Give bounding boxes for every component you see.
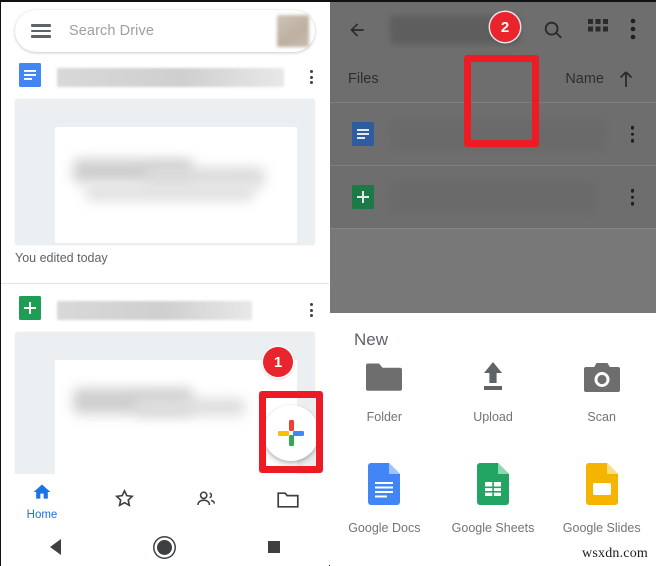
file-preview-card[interactable] xyxy=(15,99,315,245)
people-icon xyxy=(194,488,218,515)
google-sheets-tile[interactable]: Google Sheets xyxy=(439,463,548,535)
dimmed-overlay: Files Name xyxy=(330,2,656,313)
edited-status: You edited today xyxy=(15,251,108,265)
highlight-box-step-1 xyxy=(259,391,323,473)
home-icon xyxy=(32,482,52,507)
scan-label: Scan xyxy=(587,410,616,424)
nav-label-home: Home xyxy=(26,508,58,521)
upload-icon xyxy=(473,361,513,399)
watermark: wsxdn.com xyxy=(582,546,648,561)
file-title-redacted xyxy=(57,67,284,87)
divider xyxy=(330,228,656,229)
new-bottom-sheet: New Folder Upload Scan Google Docs Googl… xyxy=(330,313,656,566)
system-back-button[interactable] xyxy=(1,539,110,555)
file-title-redacted xyxy=(57,300,252,320)
grid-view-icon[interactable] xyxy=(588,19,608,44)
more-vertical-icon[interactable] xyxy=(630,188,634,206)
system-navigation-bar xyxy=(1,528,329,566)
sort-label[interactable]: Name xyxy=(565,71,604,87)
google-slides-tile[interactable]: Google Slides xyxy=(547,463,656,535)
arrow-up-icon[interactable] xyxy=(618,70,634,88)
file-title-redacted xyxy=(390,182,595,212)
google-docs-icon xyxy=(368,463,401,510)
file-row[interactable] xyxy=(1,290,329,330)
google-sheets-icon xyxy=(19,295,41,325)
nav-item-home[interactable]: Home xyxy=(1,474,83,528)
folder-icon xyxy=(364,361,404,399)
search-input[interactable]: Search Drive xyxy=(69,23,154,39)
step-badge-2: 2 xyxy=(490,12,520,42)
back-triangle-icon xyxy=(50,539,62,555)
back-arrow-icon[interactable] xyxy=(346,20,368,40)
sheet-title: New xyxy=(354,330,389,349)
files-label: Files xyxy=(348,71,379,87)
folder-tile[interactable]: Folder xyxy=(330,361,439,424)
highlight-box-step-2 xyxy=(464,55,539,147)
system-recents-button[interactable] xyxy=(220,541,329,553)
home-circle-icon xyxy=(157,539,173,555)
more-vertical-icon[interactable] xyxy=(630,125,634,143)
nav-item-files[interactable] xyxy=(247,474,329,528)
google-docs-icon xyxy=(352,122,374,151)
more-vertical-icon[interactable] xyxy=(310,303,313,317)
nav-item-shared[interactable] xyxy=(165,474,247,528)
recents-square-icon xyxy=(268,541,281,553)
folder-icon xyxy=(276,488,300,514)
right-phone-screen: Files Name New Folder Upload Scan Google… xyxy=(330,2,656,566)
avatar[interactable] xyxy=(277,15,309,47)
folder-label: Folder xyxy=(366,410,403,424)
screenshot-root: Search Drive You edited today Home 1 Fil… xyxy=(0,0,656,566)
step-badge-1: 1 xyxy=(263,347,293,377)
nav-item-starred[interactable] xyxy=(83,474,165,528)
google-sheets-icon xyxy=(477,463,509,510)
google-sheets-label: Google Sheets xyxy=(451,521,535,535)
upload-tile[interactable]: Upload xyxy=(439,361,548,424)
preview-page xyxy=(55,127,297,243)
divider xyxy=(1,283,329,284)
star-icon xyxy=(113,487,136,515)
left-phone-screen: Search Drive You edited today Home 1 xyxy=(1,2,329,566)
file-row[interactable] xyxy=(1,57,329,97)
more-vertical-icon[interactable] xyxy=(630,18,636,45)
hamburger-icon[interactable] xyxy=(31,24,51,38)
sheet-row-2: Google Docs Google Sheets Google Slides xyxy=(330,463,656,535)
google-docs-icon xyxy=(19,62,41,92)
search-bar[interactable]: Search Drive xyxy=(15,10,315,52)
scan-tile[interactable]: Scan xyxy=(547,361,656,424)
google-docs-tile[interactable]: Google Docs xyxy=(330,463,439,535)
search-icon[interactable] xyxy=(542,19,564,46)
sheet-row-1: Folder Upload Scan xyxy=(330,361,656,424)
google-slides-label: Google Slides xyxy=(562,521,641,535)
file-row[interactable] xyxy=(330,166,656,228)
google-slides-icon xyxy=(585,463,618,510)
more-vertical-icon[interactable] xyxy=(310,70,313,84)
google-docs-label: Google Docs xyxy=(348,521,421,535)
upload-label: Upload xyxy=(473,410,513,424)
camera-icon xyxy=(582,361,622,399)
system-home-button[interactable] xyxy=(110,539,219,555)
google-sheets-icon xyxy=(352,185,374,214)
bottom-navigation: Home xyxy=(1,474,329,528)
